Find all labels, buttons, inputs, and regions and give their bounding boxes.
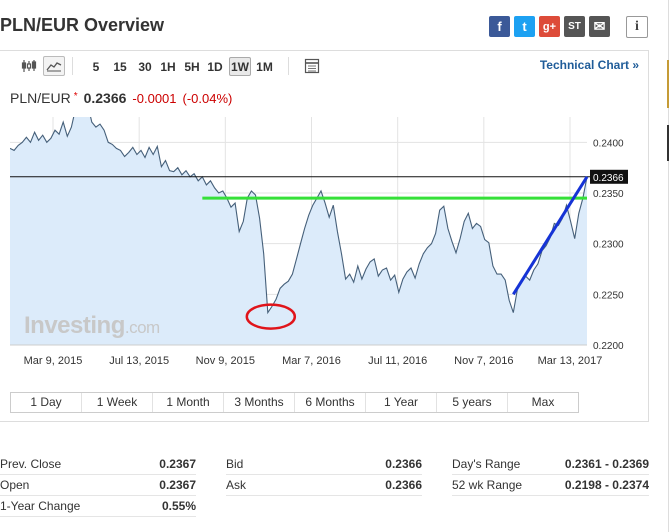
stat-value: 0.2367 xyxy=(159,457,196,471)
area-chart-icon[interactable] xyxy=(43,56,65,76)
interval-15[interactable]: 15 xyxy=(110,57,130,76)
range-max[interactable]: Max xyxy=(508,393,578,412)
stocktwits-icon[interactable]: ST xyxy=(564,16,585,37)
stat-open: Open 0.2367 xyxy=(0,475,196,496)
share-buttons: f t g+ ST ✉ xyxy=(489,16,610,38)
range-3-months[interactable]: 3 Months xyxy=(224,393,295,412)
investing-watermark: Investing.com xyxy=(24,312,160,340)
stat-value: 0.2366 xyxy=(385,478,422,492)
watermark-brand: Investing xyxy=(24,312,125,339)
toolbar-divider xyxy=(72,57,73,75)
interval-1h[interactable]: 1H xyxy=(158,57,178,76)
price-area-fill xyxy=(10,117,587,345)
range-6-months[interactable]: 6 Months xyxy=(295,393,366,412)
delayed-marker: * xyxy=(73,91,78,102)
time-range-selector: 1 Day 1 Week 1 Month 3 Months 6 Months 1… xyxy=(10,392,579,413)
range-1-month[interactable]: 1 Month xyxy=(153,393,224,412)
y-tick-label: 0.2200 xyxy=(593,341,624,352)
facebook-icon[interactable]: f xyxy=(489,16,510,37)
stat-label: 52 wk Range xyxy=(452,478,523,492)
side-marker-2 xyxy=(667,125,672,161)
price-change-percent: (-0.04%) xyxy=(182,91,233,106)
last-price-badge-label: 0.2366 xyxy=(593,173,624,184)
x-tick-label: Mar 13, 2017 xyxy=(538,355,603,367)
stat-label: Ask xyxy=(226,478,247,492)
x-tick-label: Mar 9, 2015 xyxy=(24,355,83,367)
side-marker xyxy=(667,60,672,108)
range-1-day[interactable]: 1 Day xyxy=(11,393,82,412)
stat-value: 0.55% xyxy=(161,499,196,513)
y-tick-label: 0.2400 xyxy=(593,138,624,149)
interval-1d[interactable]: 1D xyxy=(205,57,225,76)
last-price: 0.2366 xyxy=(83,90,127,106)
x-tick-label: Mar 7, 2016 xyxy=(282,355,341,367)
candlestick-icon[interactable] xyxy=(18,56,40,76)
quote-summary: PLN/EUR * 0.2366 -0.0001 (-0.04%) xyxy=(10,90,232,108)
stat-52-wk-range: 52 wk Range 0.2198 - 0.2374 xyxy=(452,475,649,496)
range-1-week[interactable]: 1 Week xyxy=(82,393,153,412)
technical-chart-link[interactable]: Technical Chart » xyxy=(540,58,639,72)
stat-value: 0.2367 xyxy=(159,478,196,492)
price-change: -0.0001 xyxy=(132,91,177,106)
interval-5[interactable]: 5 xyxy=(88,57,104,76)
toolbar-divider xyxy=(288,57,289,75)
stat-label: Prev. Close xyxy=(0,457,62,471)
x-tick-label: Jul 13, 2015 xyxy=(109,355,169,367)
stat-value: 0.2198 - 0.2374 xyxy=(564,478,649,492)
chart-toolbar: 5 15 30 1H 5H 1D 1W 1M Technical Chart » xyxy=(0,52,649,80)
twitter-icon[interactable]: t xyxy=(514,16,535,37)
stat-value: 0.2361 - 0.2369 xyxy=(564,457,649,471)
page-title: PLN/EUR Overview xyxy=(0,15,165,35)
mail-icon[interactable]: ✉ xyxy=(589,16,610,37)
stat-prev-close: Prev. Close 0.2367 xyxy=(0,454,196,475)
stat-value: 0.2366 xyxy=(385,457,422,471)
x-tick-label: Nov 7, 2016 xyxy=(454,355,513,367)
stat-label: Day's Range xyxy=(452,457,521,471)
interval-1w[interactable]: 1W xyxy=(229,57,251,76)
google-plus-icon[interactable]: g+ xyxy=(539,16,560,37)
stat-ask: Ask 0.2366 xyxy=(226,475,422,496)
stat-days-range: Day's Range 0.2361 - 0.2369 xyxy=(452,454,649,475)
stat-label: 1-Year Change xyxy=(0,499,81,513)
y-tick-label: 0.2350 xyxy=(593,189,624,200)
info-icon[interactable]: i xyxy=(626,16,648,38)
y-tick-label: 0.2300 xyxy=(593,240,624,251)
stat-label: Bid xyxy=(226,457,244,471)
interval-1m[interactable]: 1M xyxy=(254,57,275,76)
stat-label: Open xyxy=(0,478,30,492)
price-chart[interactable]: 0.2400 0.2350 0.2300 0.2250 0.2200 0.2366 Mar … xyxy=(10,117,637,375)
interval-5h[interactable]: 5H xyxy=(182,57,202,76)
y-tick-label: 0.2250 xyxy=(593,290,624,301)
watermark-suffix: .com xyxy=(124,318,160,337)
page-header: PLN/EUR Overview f t g+ ST ✉ i xyxy=(0,0,672,50)
range-5-years[interactable]: 5 years xyxy=(437,393,508,412)
table-view-icon[interactable] xyxy=(301,56,323,76)
stat-1-year-change: 1-Year Change 0.55% xyxy=(0,496,196,517)
x-tick-label: Jul 11, 2016 xyxy=(368,355,427,367)
interval-30[interactable]: 30 xyxy=(135,57,155,76)
range-1-year[interactable]: 1 Year xyxy=(366,393,437,412)
quote-symbol: PLN/EUR xyxy=(10,90,71,106)
stat-bid: Bid 0.2366 xyxy=(226,454,422,475)
x-tick-label: Nov 9, 2015 xyxy=(196,355,255,367)
